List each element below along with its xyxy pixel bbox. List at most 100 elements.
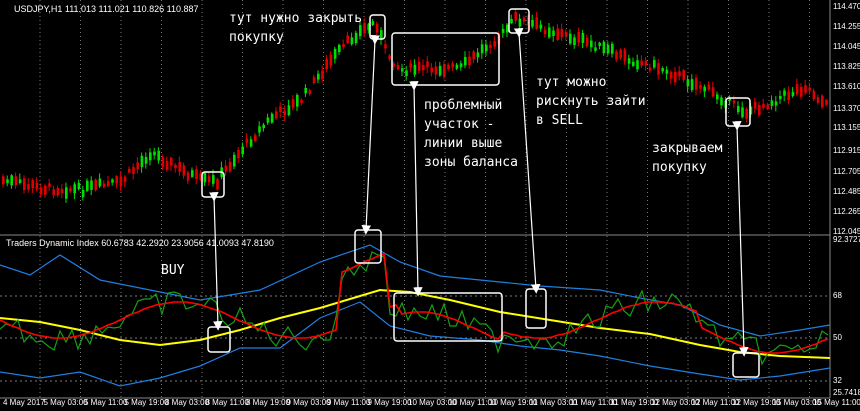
bull-candle (774, 101, 778, 106)
bear-candle (648, 67, 652, 71)
bull-candle (476, 52, 480, 58)
bull-candle (770, 100, 774, 106)
price-tick-label: 114.470 (833, 2, 860, 11)
bear-candle (732, 100, 736, 104)
bear-candle (766, 104, 769, 110)
bull-candle (157, 150, 160, 161)
bull-candle (98, 178, 102, 187)
bear-candle (186, 172, 190, 181)
bull-candle (653, 60, 656, 68)
bear-candle (363, 23, 366, 34)
time-tick-label: 5 May 11:00 (84, 398, 128, 407)
bear-candle (699, 85, 702, 89)
bull-candle (459, 63, 463, 68)
level-tick-label: 92.3727 (833, 235, 860, 244)
bear-candle (615, 51, 618, 60)
bull-candle (518, 18, 522, 27)
bull-candle (611, 43, 614, 54)
bear-candle (787, 91, 790, 101)
bear-candle (678, 71, 681, 77)
level-tick-label: 50 (833, 333, 842, 342)
symbol-ohlc-label: USDJPY,H1 111.013 111.021 110.826 110.88… (14, 4, 199, 14)
price-tick-label: 113.370 (833, 104, 860, 113)
bull-candle (90, 180, 93, 190)
bear-candle (174, 164, 177, 169)
level-tick-label: 25.7418 (833, 388, 860, 397)
bear-candle (669, 71, 673, 79)
bear-candle (216, 178, 219, 190)
bear-candle (560, 28, 564, 38)
bull-candle (266, 117, 270, 123)
bear-candle (52, 189, 55, 196)
bear-candle (300, 99, 303, 103)
connector-arrow (361, 34, 381, 235)
bull-candle (249, 139, 253, 147)
bear-candle (468, 56, 471, 66)
bull-candle (716, 94, 719, 100)
buy-indicator-box (207, 326, 231, 353)
bear-candle (674, 71, 677, 83)
price-chart-canvas[interactable] (0, 0, 860, 411)
bear-candle (825, 99, 828, 105)
time-tick-label: 5 May 19:00 (124, 398, 169, 407)
bull-candle (632, 61, 635, 66)
bear-candle (31, 180, 34, 189)
bear-candle (170, 157, 173, 166)
bear-candle (640, 60, 643, 66)
time-tick-label: 9 May 19:00 (367, 398, 412, 407)
bull-candle (791, 91, 795, 96)
bull-candle (10, 175, 13, 186)
bull-candle (480, 44, 484, 54)
sell-indicator-box (525, 288, 547, 329)
bear-candle (762, 103, 765, 108)
bear-candle (711, 87, 715, 97)
bull-candle (287, 105, 291, 116)
price-tick-label: 113.155 (833, 123, 860, 132)
bull-candle (153, 151, 156, 156)
connector-arrow (513, 27, 541, 294)
bear-candle (128, 168, 131, 173)
bear-candle (291, 99, 295, 108)
bear-candle (422, 65, 425, 71)
trade-signal-line (0, 252, 829, 354)
bear-candle (136, 162, 139, 170)
time-tick-label: 8 May 11:00 (205, 398, 249, 407)
bull-candle (581, 32, 585, 43)
trading-terminal: USDJPY,H1 111.013 111.021 110.826 110.88… (0, 0, 860, 411)
bull-candle (783, 90, 786, 96)
bear-candle (182, 165, 186, 176)
indicator-title: Traders Dynamic Index 60.6783 42.2920 23… (6, 238, 274, 248)
bear-candle (514, 12, 517, 21)
bear-candle (564, 31, 568, 37)
bear-candle (800, 86, 803, 97)
bull-candle (371, 21, 375, 25)
bull-candle (233, 154, 236, 167)
bear-candle (417, 61, 421, 71)
bull-candle (539, 24, 543, 29)
price-tick-label: 114.045 (833, 42, 860, 51)
bear-candle (283, 110, 286, 116)
bear-candle (535, 17, 538, 29)
bear-candle (375, 23, 379, 33)
bear-candle (228, 161, 232, 172)
rsi-price-line (0, 251, 829, 366)
bear-candle (577, 31, 580, 43)
annotation-close-buy-2: закрываем покупку (652, 141, 723, 175)
bear-candle (543, 29, 547, 35)
bull-candle (270, 113, 274, 123)
bull-candle (552, 30, 555, 36)
bear-candle (753, 101, 757, 109)
bear-candle (237, 149, 240, 159)
bull-candle (741, 107, 744, 118)
bear-candle (69, 188, 72, 192)
annotation-problem-area: проблемный участок - линии выше зоны бал… (424, 98, 518, 170)
level-tick-label: 68 (833, 291, 842, 300)
bull-candle (401, 68, 404, 72)
bull-candle (606, 44, 610, 54)
bull-candle (212, 175, 215, 184)
bear-candle (2, 176, 5, 185)
bear-candle (23, 178, 26, 190)
bear-candle (396, 65, 400, 70)
bear-candle (821, 95, 824, 108)
bear-candle (35, 182, 39, 190)
